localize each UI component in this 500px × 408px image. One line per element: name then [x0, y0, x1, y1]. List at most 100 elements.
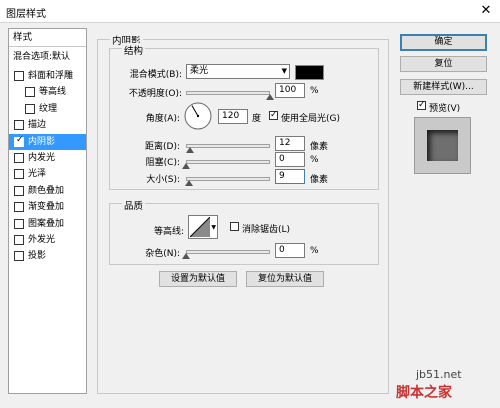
style-list-item[interactable]: 投影	[9, 248, 86, 264]
noise-slider[interactable]	[186, 250, 270, 254]
style-list-item[interactable]: 渐变叠加	[9, 199, 86, 215]
choke-label: 阻塞(C):	[145, 158, 180, 168]
style-item-checkbox[interactable]	[25, 87, 35, 98]
style-list-item[interactable]: 纹理	[9, 101, 86, 117]
style-item-label: 图案叠加	[28, 218, 65, 229]
contour-curve-icon	[190, 217, 210, 237]
opacity-unit: %	[310, 86, 319, 96]
style-list-item[interactable]: 描边	[9, 117, 86, 133]
style-item-checkbox[interactable]	[14, 202, 24, 213]
angle-input[interactable]: 120	[218, 109, 248, 124]
style-item-checkbox[interactable]	[14, 235, 24, 245]
global-light-label: 使用全局光(G)	[281, 114, 340, 124]
check-icon: ✓	[16, 134, 24, 145]
choke-unit: %	[310, 155, 319, 165]
choke-slider[interactable]	[186, 160, 270, 164]
style-item-label: 投影	[28, 251, 47, 262]
close-icon[interactable]: ✕	[472, 0, 500, 22]
style-item-checkbox[interactable]	[14, 218, 24, 229]
check-icon: ✓	[270, 110, 278, 120]
contour-label: 等高线:	[153, 227, 184, 237]
reset-button[interactable]: 复位	[400, 56, 487, 72]
chevron-down-icon: ▼	[211, 224, 216, 231]
distance-slider[interactable]	[186, 144, 270, 148]
check-icon: ✓	[418, 100, 426, 110]
quality-title: 品质	[122, 198, 146, 212]
opacity-label: 不透明度(O):	[128, 89, 182, 99]
style-item-checkbox[interactable]	[25, 103, 35, 114]
style-list-item[interactable]: 图案叠加	[9, 216, 86, 232]
opacity-input[interactable]: 100	[275, 83, 305, 98]
noise-label: 杂色(N):	[145, 249, 180, 259]
style-item-checkbox[interactable]	[14, 71, 24, 81]
choke-slider-thumb[interactable]	[182, 163, 190, 169]
structure-title: 结构	[122, 43, 146, 57]
style-preview-thumbnail	[414, 117, 471, 174]
preview-label: 预览(V)	[429, 104, 461, 114]
title-bar: 图层样式 ✕	[0, 0, 500, 23]
size-label: 大小(S):	[146, 175, 180, 185]
noise-slider-thumb[interactable]	[182, 253, 190, 259]
style-list-panel: 样式 混合选项:默认 斜面和浮雕等高线纹理描边 ✓ 内阴影内发光光泽颜色叠加渐变叠加…	[8, 28, 87, 394]
watermark-url: jb51.net	[416, 368, 462, 381]
antialias-label: 消除锯齿(L)	[242, 225, 291, 235]
preview-checkbox[interactable]: ✓	[417, 100, 426, 110]
distance-input[interactable]: 12	[275, 136, 305, 151]
style-item-checkbox[interactable]	[14, 153, 24, 163]
distance-slider-thumb[interactable]	[186, 147, 195, 153]
blend-mode-label: 混合模式(B):	[129, 70, 182, 80]
style-item-label: 渐变叠加	[28, 202, 65, 213]
window-title: 图层样式	[6, 9, 46, 20]
opacity-slider-thumb[interactable]	[266, 94, 274, 100]
styles-header[interactable]: 样式	[9, 29, 86, 47]
new-style-button[interactable]: 新建样式(W)...	[400, 79, 487, 95]
style-list-item[interactable]: 等高线	[9, 84, 86, 100]
distance-unit: 像素	[310, 142, 329, 152]
style-item-checkbox[interactable]	[14, 251, 24, 262]
reset-default-button[interactable]: 复位为默认值	[246, 271, 324, 287]
angle-unit: 度	[252, 114, 262, 124]
contour-picker[interactable]: ▼	[188, 215, 218, 239]
blend-mode-select[interactable]: 柔光 ▼	[186, 64, 290, 79]
style-list-item[interactable]: 光泽	[9, 166, 86, 182]
watermark-brand: 脚本之家	[396, 385, 452, 401]
blend-mode-value: 柔光	[190, 66, 209, 76]
style-item-label: 光泽	[28, 169, 47, 180]
chevron-down-icon: ▼	[281, 67, 287, 75]
noise-unit: %	[310, 246, 319, 256]
blend-options-item[interactable]: 混合选项:默认	[9, 49, 86, 66]
size-input[interactable]: 9	[275, 169, 305, 184]
style-list-item[interactable]: ✓ 内阴影	[9, 133, 86, 150]
style-item-label: 内阴影	[28, 136, 56, 147]
style-item-label: 纹理	[39, 103, 58, 114]
preview-inner-square	[427, 130, 458, 161]
style-item-checkbox[interactable]	[14, 185, 24, 196]
size-unit: 像素	[310, 175, 329, 185]
style-item-label: 内发光	[28, 153, 56, 163]
antialias-checkbox[interactable]: ✓	[230, 222, 239, 231]
style-item-checkbox[interactable]	[14, 169, 24, 180]
style-list-item[interactable]: 外发光	[9, 232, 86, 248]
ok-button[interactable]: 确定	[400, 34, 487, 51]
distance-label: 距离(D):	[145, 142, 180, 152]
size-slider[interactable]	[186, 177, 270, 181]
shadow-color-swatch[interactable]	[295, 65, 324, 80]
opacity-slider[interactable]	[186, 91, 270, 95]
style-item-label: 斜面和浮雕	[28, 71, 74, 81]
style-list-item[interactable]: 内发光	[9, 150, 86, 166]
style-list-item[interactable]: 颜色叠加	[9, 183, 86, 199]
noise-input[interactable]: 0	[275, 243, 305, 258]
size-slider-thumb[interactable]	[185, 180, 194, 186]
global-light-checkbox[interactable]: ✓	[269, 110, 278, 120]
angle-label: 角度(A):	[145, 114, 180, 124]
set-default-button[interactable]: 设置为默认值	[159, 271, 237, 287]
style-list-item[interactable]: 斜面和浮雕	[9, 68, 86, 84]
style-item-label: 外发光	[28, 235, 56, 245]
style-item-label: 颜色叠加	[28, 185, 65, 196]
style-item-label: 等高线	[39, 87, 67, 98]
choke-input[interactable]: 0	[275, 152, 305, 167]
style-item-label: 描边	[28, 120, 47, 131]
angle-dial[interactable]	[183, 101, 213, 131]
style-item-checkbox[interactable]: ✓	[14, 134, 24, 147]
style-item-checkbox[interactable]	[14, 120, 24, 131]
